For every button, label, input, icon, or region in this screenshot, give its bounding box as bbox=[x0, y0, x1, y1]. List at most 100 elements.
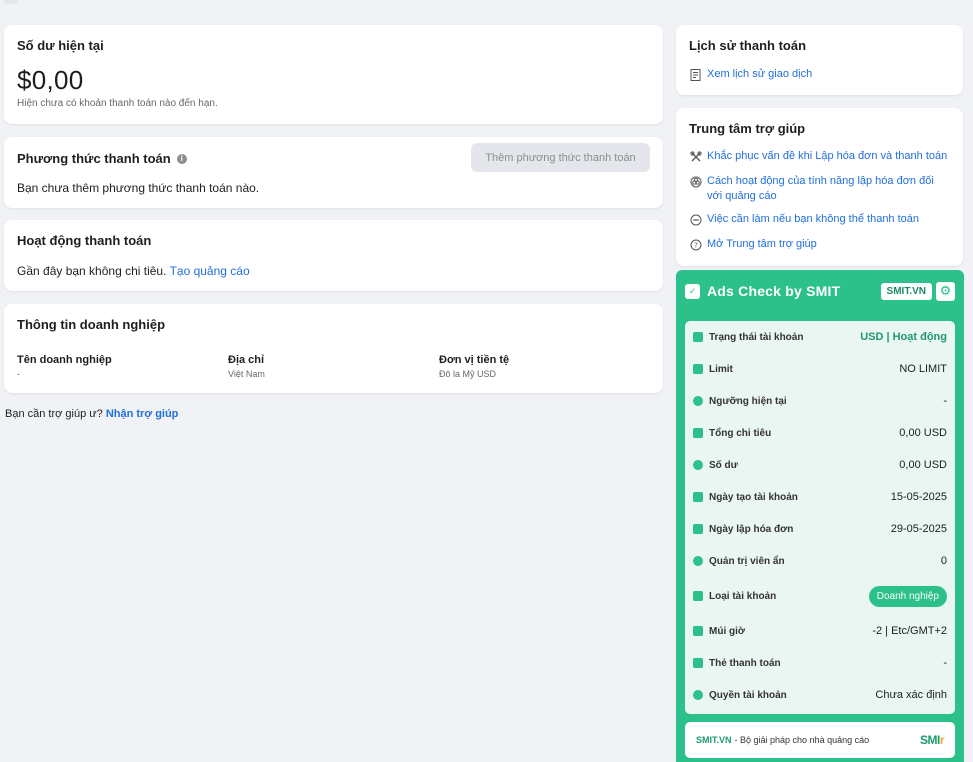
credit-card-icon bbox=[693, 658, 703, 668]
row-value: USD | Hoạt động bbox=[860, 331, 947, 343]
coins-icon bbox=[689, 175, 702, 188]
payment-activity-card: Hoạt động thanh toán Gần đây bạn không c… bbox=[4, 220, 663, 291]
receipt-icon bbox=[689, 68, 702, 81]
row-key: Trạng thái tài khoản bbox=[709, 331, 804, 343]
payment-activity-title: Hoạt động thanh toán bbox=[17, 233, 152, 248]
row-key: Ngày tạo tài khoản bbox=[709, 491, 798, 503]
help-link-cannot-pay[interactable]: Việc cần làm nếu bạn không thể thanh toá… bbox=[689, 212, 950, 227]
smit-logo-accent: r bbox=[939, 733, 945, 747]
tools-icon bbox=[689, 150, 702, 163]
smit-badge[interactable]: SMIT.VN bbox=[880, 282, 932, 300]
payment-method-empty-text: Bạn chưa thêm phương thức thanh toán nào… bbox=[17, 181, 260, 195]
payment-method-card: Phương thức thanh toán i Thêm phương thứ… bbox=[4, 137, 663, 208]
row-key: Limit bbox=[709, 363, 733, 375]
row-value: 15-05-2025 bbox=[890, 491, 947, 503]
business-name-label: Tên doanh nghiệp bbox=[17, 354, 112, 366]
add-payment-method-button[interactable]: Thêm phương thức thanh toán bbox=[471, 143, 650, 172]
ads-row-status: Trạng thái tài khoản USD | Hoạt động bbox=[693, 321, 947, 353]
info-icon[interactable]: i bbox=[176, 153, 187, 164]
ads-row-balance: Số dư 0,00 USD bbox=[693, 449, 947, 481]
question-circle-icon: ? bbox=[689, 238, 702, 251]
create-ad-link[interactable]: Tạo quảng cáo bbox=[170, 264, 250, 278]
get-help-link[interactable]: Nhận trợ giúp bbox=[106, 408, 179, 420]
check-icon bbox=[693, 332, 703, 342]
balance-title: Số dư hiện tại bbox=[17, 38, 104, 53]
row-key: Thẻ thanh toán bbox=[709, 657, 781, 669]
payment-history-card: Lịch sử thanh toán Xem lịch sử giao dịch bbox=[676, 25, 963, 95]
row-value: Chưa xác định bbox=[875, 689, 947, 701]
business-name-value: - bbox=[17, 369, 20, 379]
ads-check-title: Ads Check by SMIT bbox=[707, 283, 841, 299]
smit-logo-main: SMI bbox=[919, 733, 940, 747]
row-key: Ngày lập hóa đơn bbox=[709, 523, 794, 535]
copyright-icon bbox=[693, 428, 703, 438]
ads-check-footer: SMIT.VN - Bộ giải pháp cho nhà quảng cáo… bbox=[685, 722, 955, 758]
address-label: Địa chỉ bbox=[228, 354, 265, 366]
row-value: - bbox=[943, 395, 947, 407]
business-name-column: Tên doanh nghiệp - bbox=[17, 354, 228, 379]
payment-history-title: Lịch sử thanh toán bbox=[689, 38, 807, 53]
payment-method-title: Phương thức thanh toán bbox=[17, 151, 171, 166]
view-transaction-history-link[interactable]: Xem lịch sử giao dịch bbox=[689, 67, 950, 82]
footer-brand[interactable]: SMIT.VN bbox=[696, 735, 732, 745]
row-key: Quản trị viên ẩn bbox=[709, 555, 785, 567]
help-link-how-billing-works[interactable]: Cách hoạt động của tính năng lập hóa đơn… bbox=[689, 174, 950, 204]
help-center-title: Trung tâm trợ giúp bbox=[689, 121, 806, 136]
ads-check-logo-icon: ✓ bbox=[685, 283, 700, 299]
row-value: 0 bbox=[940, 555, 947, 567]
address-column: Địa chỉ Việt Nam bbox=[228, 354, 439, 379]
activity-text: Gần đây bạn không chi tiêu. bbox=[17, 264, 167, 278]
row-value: NO LIMIT bbox=[899, 363, 947, 375]
ads-row-account-type: Loại tài khoản Doanh nghiệp bbox=[693, 577, 947, 615]
ads-row-limit: Limit NO LIMIT bbox=[693, 353, 947, 385]
minus-circle-icon bbox=[689, 213, 702, 226]
ads-row-timezone: Múi giờ -2 | Etc/GMT+2 bbox=[693, 615, 947, 647]
balance-amount: $0,00 bbox=[17, 65, 84, 95]
help-link-open-help-center[interactable]: ? Mở Trung tâm trợ giúp bbox=[689, 237, 950, 252]
address-value: Việt Nam bbox=[228, 369, 265, 379]
row-key: Quyền tài khoản bbox=[709, 689, 787, 701]
row-value: 29-05-2025 bbox=[890, 523, 947, 535]
ads-row-threshold: Ngưỡng hiện tại - bbox=[693, 385, 947, 417]
row-key: Ngưỡng hiện tại bbox=[709, 395, 787, 407]
svg-text:?: ? bbox=[694, 241, 698, 249]
ads-row-hidden-admins: Quản trị viên ẩn 0 bbox=[693, 545, 947, 577]
smit-logo: SMIr bbox=[919, 733, 945, 747]
row-value: 0,00 USD bbox=[899, 459, 947, 471]
row-value: 0,00 USD bbox=[899, 427, 947, 439]
top-tab-stub bbox=[4, 0, 18, 4]
help-link-label: Cách hoạt động của tính năng lập hóa đơn… bbox=[707, 175, 934, 202]
ads-row-invoice-date: Ngày lập hóa đơn 29-05-2025 bbox=[693, 513, 947, 545]
id-card-icon bbox=[693, 591, 703, 601]
help-line: Bạn cần trợ giúp ư? Nhận trợ giúp bbox=[5, 408, 178, 420]
business-info-title: Thông tin doanh nghiệp bbox=[17, 317, 166, 332]
row-key: Loại tài khoản bbox=[709, 590, 777, 602]
row-key: Số dư bbox=[709, 459, 738, 471]
currency-label: Đơn vị tiền tệ bbox=[439, 354, 510, 366]
gear-icon[interactable]: ⚙ bbox=[936, 281, 955, 301]
ads-check-list: Trạng thái tài khoản USD | Hoạt động Limi… bbox=[685, 321, 955, 714]
ads-check-panel: ✓ Ads Check by SMIT SMIT.VN ⚙ Trạng thái… bbox=[676, 270, 964, 762]
dollar-icon bbox=[693, 460, 703, 470]
users-icon bbox=[693, 690, 703, 700]
help-line-text: Bạn cần trợ giúp ư? bbox=[5, 408, 103, 420]
ads-row-permissions: Quyền tài khoản Chưa xác định bbox=[693, 679, 947, 711]
row-key: Múi giờ bbox=[709, 625, 745, 637]
help-link-fix-billing[interactable]: Khắc phục vấn đề khi Lập hóa đơn và than… bbox=[689, 149, 950, 164]
shield-user-icon bbox=[693, 556, 703, 566]
row-value: -2 | Etc/GMT+2 bbox=[872, 625, 947, 637]
payment-activity-text: Gần đây bạn không chi tiêu. Tạo quảng cá… bbox=[17, 264, 250, 278]
row-value: - bbox=[943, 657, 947, 669]
footer-text: - Bộ giải pháp cho nhà quảng cáo bbox=[734, 735, 870, 745]
balance-note: Hiện chưa có khoản thanh toán nào đến hạ… bbox=[17, 98, 218, 109]
ads-row-payment-card: Thẻ thanh toán - bbox=[693, 647, 947, 679]
current-balance-card: Số dư hiện tại $0,00 Hiện chưa có khoản … bbox=[4, 25, 663, 124]
ads-check-header: ✓ Ads Check by SMIT SMIT.VN ⚙ bbox=[676, 270, 964, 312]
calendar-check-icon bbox=[693, 524, 703, 534]
view-transaction-history-label: Xem lịch sử giao dịch bbox=[707, 68, 813, 80]
ads-row-created: Ngày tạo tài khoản 15-05-2025 bbox=[693, 481, 947, 513]
calendar-icon bbox=[693, 492, 703, 502]
card-icon bbox=[693, 364, 703, 374]
business-info-card: Thông tin doanh nghiệp Tên doanh nghiệp … bbox=[4, 304, 663, 393]
help-link-label: Khắc phục vấn đề khi Lập hóa đơn và than… bbox=[707, 150, 948, 162]
